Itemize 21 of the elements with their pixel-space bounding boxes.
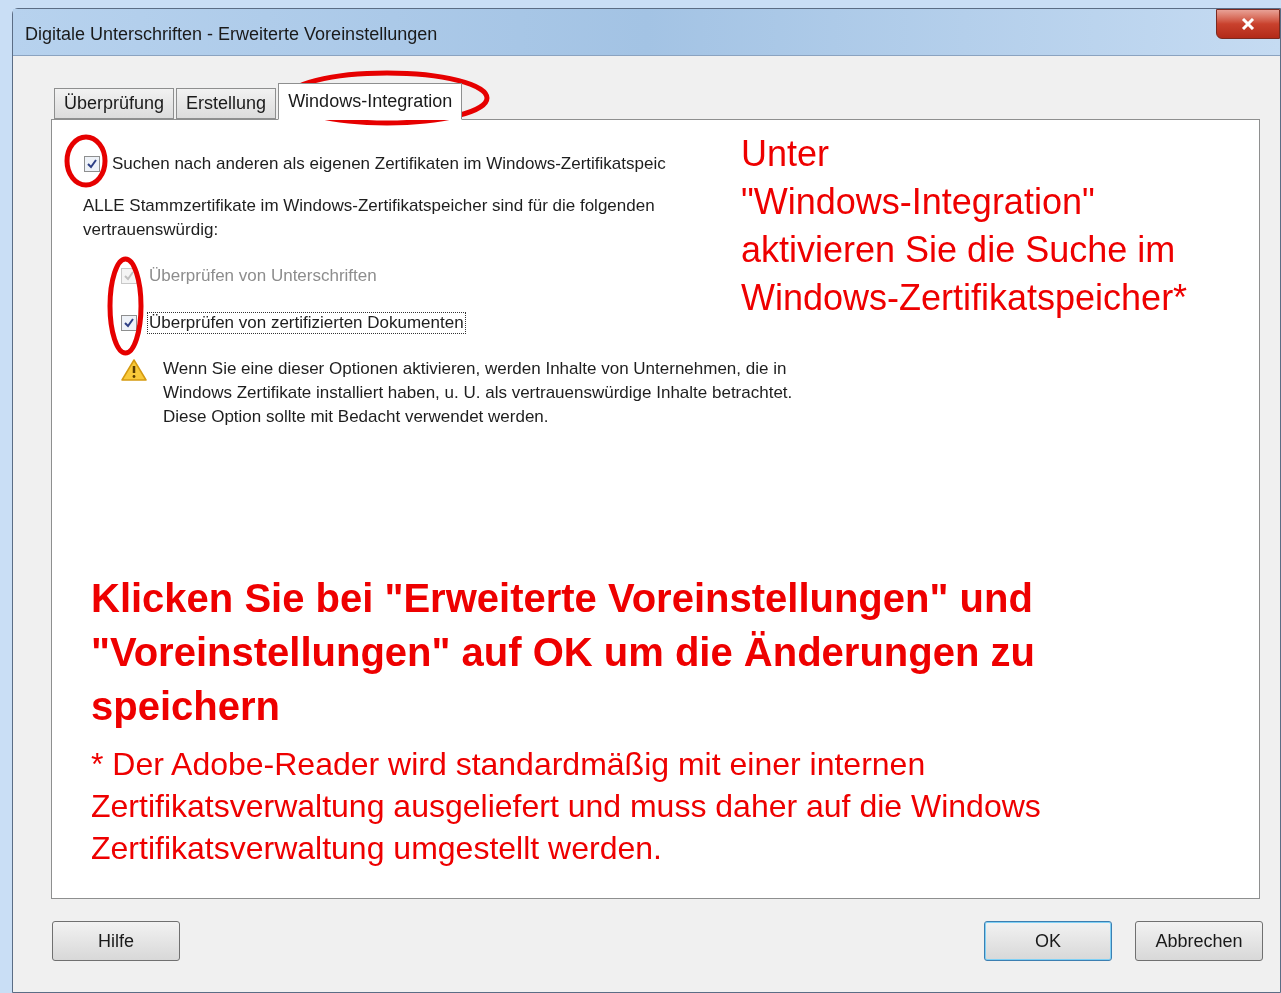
tab[interactable]: Erstellung — [176, 88, 277, 119]
warning-text: Wenn Sie eine dieser Optionen aktivieren, werden Inhalte von Unternehmen, die in Windows Zertifikate installiert haben, u. U. als vertrauenswürdige Inhalte betrachtet. Diese Option sollte mit Bedacht verwendet werden. — [163, 358, 793, 428]
callout-text: Unter "Windows-Integration" aktivieren Sie die Suche im Windows-Zertifikatspeicher* — [741, 132, 1188, 320]
warning-icon — [121, 359, 147, 381]
annotation-ellipse — [64, 134, 108, 188]
close-button[interactable] — [1216, 9, 1280, 39]
checkbox[interactable] — [84, 156, 100, 172]
checkbox[interactable] — [121, 315, 137, 331]
window-title: Digitale Unterschriften - Erweiterte Voreinstellungen — [25, 23, 438, 46]
dialog-button[interactable]: Abbrechen — [1135, 921, 1263, 961]
checkbox-label: Überprüfen von Unterschriften — [148, 266, 378, 286]
footnote-text: * Der Adobe-Reader wird standardmäßig mit einer internen Zertifikatsverwaltung ausgeliefert und muss daher auf die Windows Zertifikatsverwaltung umgestellt werden. — [91, 745, 1042, 868]
dialog-button[interactable]: Hilfe — [52, 921, 180, 961]
tab[interactable]: Windows-Integration — [278, 83, 463, 120]
tab[interactable]: Überprüfung — [54, 88, 175, 119]
checkbox-label: Suchen nach anderen als eigenen Zertifikaten im Windows-Zertifikatspeic — [111, 154, 667, 174]
dialog-button[interactable]: OK — [984, 921, 1112, 961]
trust-text: ALLE Stammzertifikate im Windows-Zertifikatspeicher sind für die folgenden vertrauenswürdig: — [83, 195, 655, 241]
checkbox-label: Überprüfen von zertifizierten Dokumenten — [148, 313, 465, 333]
close-icon — [1241, 18, 1255, 30]
instruction-text: Klicken Sie bei "Erweiterte Voreinstellungen" und "Voreinstellungen" auf OK um die Änderungen zu speichern — [91, 575, 1036, 730]
